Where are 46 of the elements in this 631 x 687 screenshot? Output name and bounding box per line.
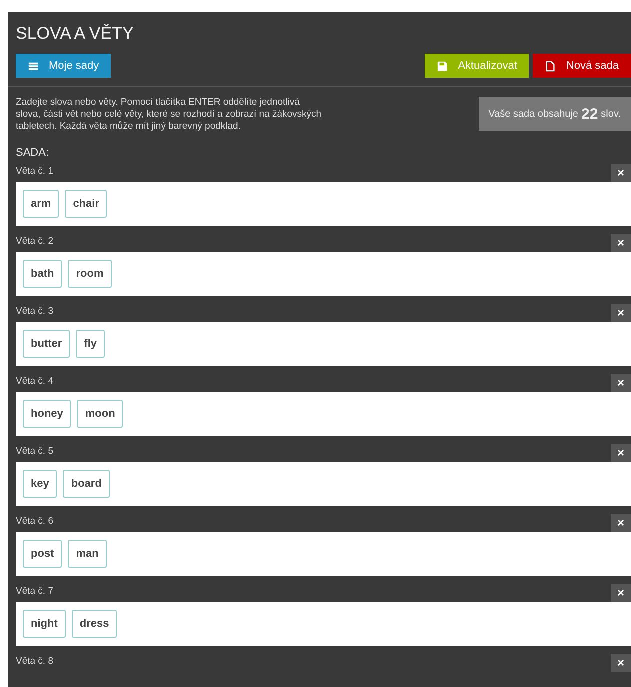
word-chip[interactable]: fly	[76, 330, 106, 358]
sentence-field[interactable]: butter fly	[16, 322, 631, 366]
sentence-field[interactable]: bath room	[16, 252, 631, 296]
word-chip[interactable]: post	[23, 540, 62, 568]
sentence-label: Věta č. 6	[16, 516, 54, 529]
word-chip[interactable]: bath	[23, 260, 62, 288]
word-chip[interactable]: dress	[72, 610, 118, 638]
word-chip[interactable]: chair	[65, 190, 108, 218]
save-icon	[437, 60, 448, 72]
my-sets-button[interactable]: Moje sady	[16, 54, 112, 78]
close-button[interactable]: ×	[611, 444, 631, 462]
sentence-label: Věta č. 1	[16, 166, 54, 179]
word-chip[interactable]: room	[68, 260, 112, 288]
sentence-label: Věta č. 5	[16, 446, 54, 459]
sentence-field[interactable]: honey moon	[16, 392, 631, 436]
page-title: SLOVA A VĚTY	[15, 23, 135, 42]
word-chip[interactable]: arm	[23, 190, 60, 218]
close-button[interactable]: ×	[611, 374, 631, 392]
menu-icon	[28, 60, 39, 72]
word-chip[interactable]: night	[23, 610, 66, 638]
document-icon	[545, 60, 556, 72]
sentence-field[interactable]: night dress	[16, 602, 631, 646]
sentence-label: Věta č. 8	[16, 656, 54, 669]
word-chip[interactable]: key	[23, 470, 58, 498]
close-button[interactable]: ×	[611, 654, 631, 672]
sentence-field[interactable]: post man	[16, 532, 631, 576]
new-set-button[interactable]: Nová sada	[533, 54, 631, 78]
set-label: SADA:	[15, 146, 50, 159]
sentence-label: Věta č. 4	[16, 376, 54, 389]
word-chip[interactable]: board	[63, 470, 110, 498]
instructions-text: Zadejte slova nebo věty. Pomocí tlačítka ENTER oddělíte jednotlivá slova, části vět nebo celé věty, které se rozhodí a zobrazí na žákovských tabletech. Každá věta může mít jiný barevný podklad.	[16, 97, 323, 133]
close-button[interactable]: ×	[611, 514, 631, 532]
word-chip[interactable]: moon	[77, 400, 124, 428]
word-count-box: Vaše sada obsahuje 22 slov.	[478, 97, 631, 131]
sentence-label: Věta č. 3	[16, 306, 54, 319]
close-button[interactable]: ×	[611, 584, 631, 602]
word-chip[interactable]: honey	[23, 400, 72, 428]
sentence-label: Věta č. 2	[16, 236, 54, 249]
word-chip[interactable]: butter	[23, 330, 70, 358]
close-button[interactable]: ×	[611, 164, 631, 182]
sentence-field[interactable]: arm chair	[16, 182, 631, 226]
sentence-label: Věta č. 7	[16, 586, 54, 599]
close-button[interactable]: ×	[611, 234, 631, 252]
close-button[interactable]: ×	[611, 304, 631, 322]
word-chip[interactable]: man	[68, 540, 107, 568]
sentence-field[interactable]: key board	[16, 462, 631, 506]
